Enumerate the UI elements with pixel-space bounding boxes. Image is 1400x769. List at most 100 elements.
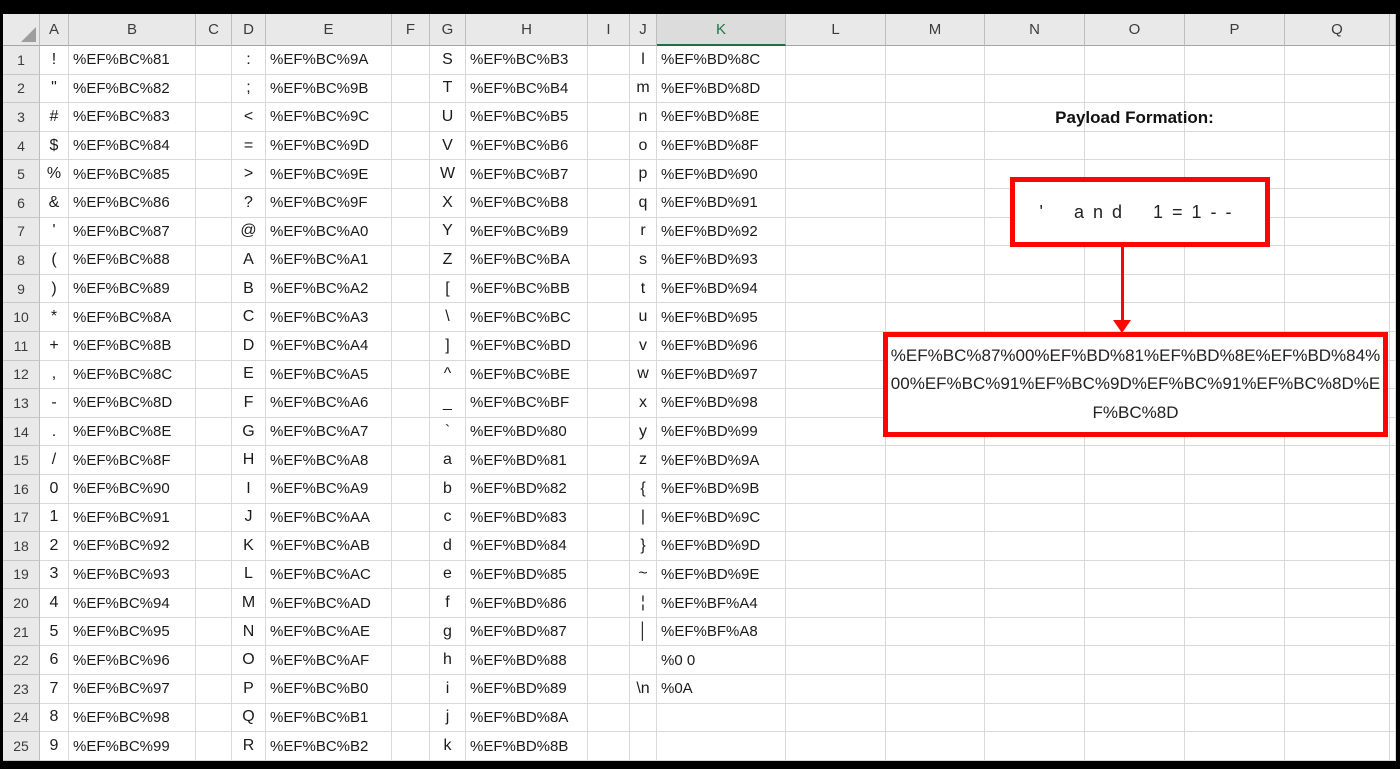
cell-B21[interactable]: %EF%BC%95 xyxy=(69,617,196,647)
cell-F18[interactable] xyxy=(392,532,430,561)
row-header-18[interactable]: 18 xyxy=(3,532,40,561)
cell-B5[interactable]: %EF%BC%85 xyxy=(69,160,196,189)
column-header-I[interactable]: I xyxy=(588,14,630,46)
cell-M21[interactable] xyxy=(886,617,985,647)
cell-G15[interactable]: a xyxy=(430,446,466,475)
cell-P18[interactable] xyxy=(1185,532,1285,561)
cell-P25[interactable] xyxy=(1185,732,1285,761)
cell-B19[interactable]: %EF%BC%93 xyxy=(69,560,196,590)
cell-H4[interactable]: %EF%BC%B6 xyxy=(466,131,588,161)
cell-A13[interactable]: - xyxy=(40,389,69,418)
cell-F3[interactable] xyxy=(392,103,430,132)
cell-J17[interactable]: | xyxy=(630,503,657,533)
cell-H19[interactable]: %EF%BD%85 xyxy=(466,560,588,590)
cell-B18[interactable]: %EF%BC%92 xyxy=(69,532,196,561)
cell-C25[interactable] xyxy=(196,732,232,761)
cell-J22[interactable] xyxy=(630,646,657,676)
cell-B14[interactable]: %EF%BC%8E xyxy=(69,417,196,447)
cell-E4[interactable]: %EF%BC%9D xyxy=(266,131,392,161)
cell-H18[interactable]: %EF%BD%84 xyxy=(466,532,588,561)
cell-C15[interactable] xyxy=(196,446,232,475)
cell-I5[interactable] xyxy=(588,160,630,189)
cell-B10[interactable]: %EF%BC%8A xyxy=(69,303,196,332)
cell-I7[interactable] xyxy=(588,217,630,247)
cell-G4[interactable]: V xyxy=(430,131,466,161)
cell-D9[interactable]: B xyxy=(232,274,266,304)
cell-I14[interactable] xyxy=(588,417,630,447)
cell-Q5[interactable] xyxy=(1285,160,1390,189)
cell-C11[interactable] xyxy=(196,331,232,361)
cell-K1[interactable]: %EF%BD%8C xyxy=(657,46,786,75)
cell-D11[interactable]: D xyxy=(232,331,266,361)
cell-B23[interactable]: %EF%BC%97 xyxy=(69,675,196,704)
cell-E17[interactable]: %EF%BC%AA xyxy=(266,503,392,533)
cell-O9[interactable] xyxy=(1085,274,1185,304)
cell-F24[interactable] xyxy=(392,703,430,733)
cell-K20[interactable]: %EF%BF%A4 xyxy=(657,589,786,618)
cell-N8[interactable] xyxy=(985,246,1085,275)
cell-O19[interactable] xyxy=(1085,560,1185,590)
cell-O18[interactable] xyxy=(1085,532,1185,561)
cell-M22[interactable] xyxy=(886,646,985,676)
cell-G14[interactable]: ` xyxy=(430,417,466,447)
cell-G13[interactable]: _ xyxy=(430,389,466,418)
cell-I25[interactable] xyxy=(588,732,630,761)
cell-C16[interactable] xyxy=(196,474,232,504)
cell-B24[interactable]: %EF%BC%98 xyxy=(69,703,196,733)
row-header-1[interactable]: 1 xyxy=(3,46,40,75)
row-header-6[interactable]: 6 xyxy=(3,188,40,218)
column-header-K[interactable]: K xyxy=(657,14,786,46)
cell-C10[interactable] xyxy=(196,303,232,332)
cell-D22[interactable]: O xyxy=(232,646,266,676)
cell-B22[interactable]: %EF%BC%96 xyxy=(69,646,196,676)
row-header-7[interactable]: 7 xyxy=(3,217,40,247)
cell-L12[interactable] xyxy=(786,360,886,390)
cell-H21[interactable]: %EF%BD%87 xyxy=(466,617,588,647)
cell-K15[interactable]: %EF%BD%9A xyxy=(657,446,786,475)
cell-H1[interactable]: %EF%BC%B3 xyxy=(466,46,588,75)
row-header-20[interactable]: 20 xyxy=(3,589,40,618)
cell-F4[interactable] xyxy=(392,131,430,161)
cell-H17[interactable]: %EF%BD%83 xyxy=(466,503,588,533)
cell-C4[interactable] xyxy=(196,131,232,161)
row-header-13[interactable]: 13 xyxy=(3,389,40,418)
cell-F19[interactable] xyxy=(392,560,430,590)
cell-D13[interactable]: F xyxy=(232,389,266,418)
cell-I10[interactable] xyxy=(588,303,630,332)
cell-P24[interactable] xyxy=(1185,703,1285,733)
cell-K10[interactable]: %EF%BD%95 xyxy=(657,303,786,332)
cell-M24[interactable] xyxy=(886,703,985,733)
cell-C14[interactable] xyxy=(196,417,232,447)
row-header-5[interactable]: 5 xyxy=(3,160,40,189)
cell-C13[interactable] xyxy=(196,389,232,418)
cell-G11[interactable]: ] xyxy=(430,331,466,361)
cell-K14[interactable]: %EF%BD%99 xyxy=(657,417,786,447)
cell-J9[interactable]: t xyxy=(630,274,657,304)
cell-C3[interactable] xyxy=(196,103,232,132)
cell-E22[interactable]: %EF%BC%AF xyxy=(266,646,392,676)
cell-P22[interactable] xyxy=(1185,646,1285,676)
cell-Q10[interactable] xyxy=(1285,303,1390,332)
cell-J19[interactable]: ~ xyxy=(630,560,657,590)
cell-K11[interactable]: %EF%BD%96 xyxy=(657,331,786,361)
cell-I15[interactable] xyxy=(588,446,630,475)
cell-L3[interactable] xyxy=(786,103,886,132)
cell-J21[interactable]: │ xyxy=(630,617,657,647)
cell-F14[interactable] xyxy=(392,417,430,447)
cell-A10[interactable]: * xyxy=(40,303,69,332)
cell-M23[interactable] xyxy=(886,675,985,704)
cell-A17[interactable]: 1 xyxy=(40,503,69,533)
row-header-14[interactable]: 14 xyxy=(3,417,40,447)
cell-J11[interactable]: v xyxy=(630,331,657,361)
cell-J18[interactable]: } xyxy=(630,532,657,561)
cell-N15[interactable] xyxy=(985,446,1085,475)
cell-O4[interactable] xyxy=(1085,131,1185,161)
column-header-P[interactable]: P xyxy=(1185,14,1285,46)
cell-E7[interactable]: %EF%BC%A0 xyxy=(266,217,392,247)
cell-G20[interactable]: f xyxy=(430,589,466,618)
cell-G23[interactable]: i xyxy=(430,675,466,704)
cell-D12[interactable]: E xyxy=(232,360,266,390)
row-header-22[interactable]: 22 xyxy=(3,646,40,676)
cell-H20[interactable]: %EF%BD%86 xyxy=(466,589,588,618)
cell-L10[interactable] xyxy=(786,303,886,332)
